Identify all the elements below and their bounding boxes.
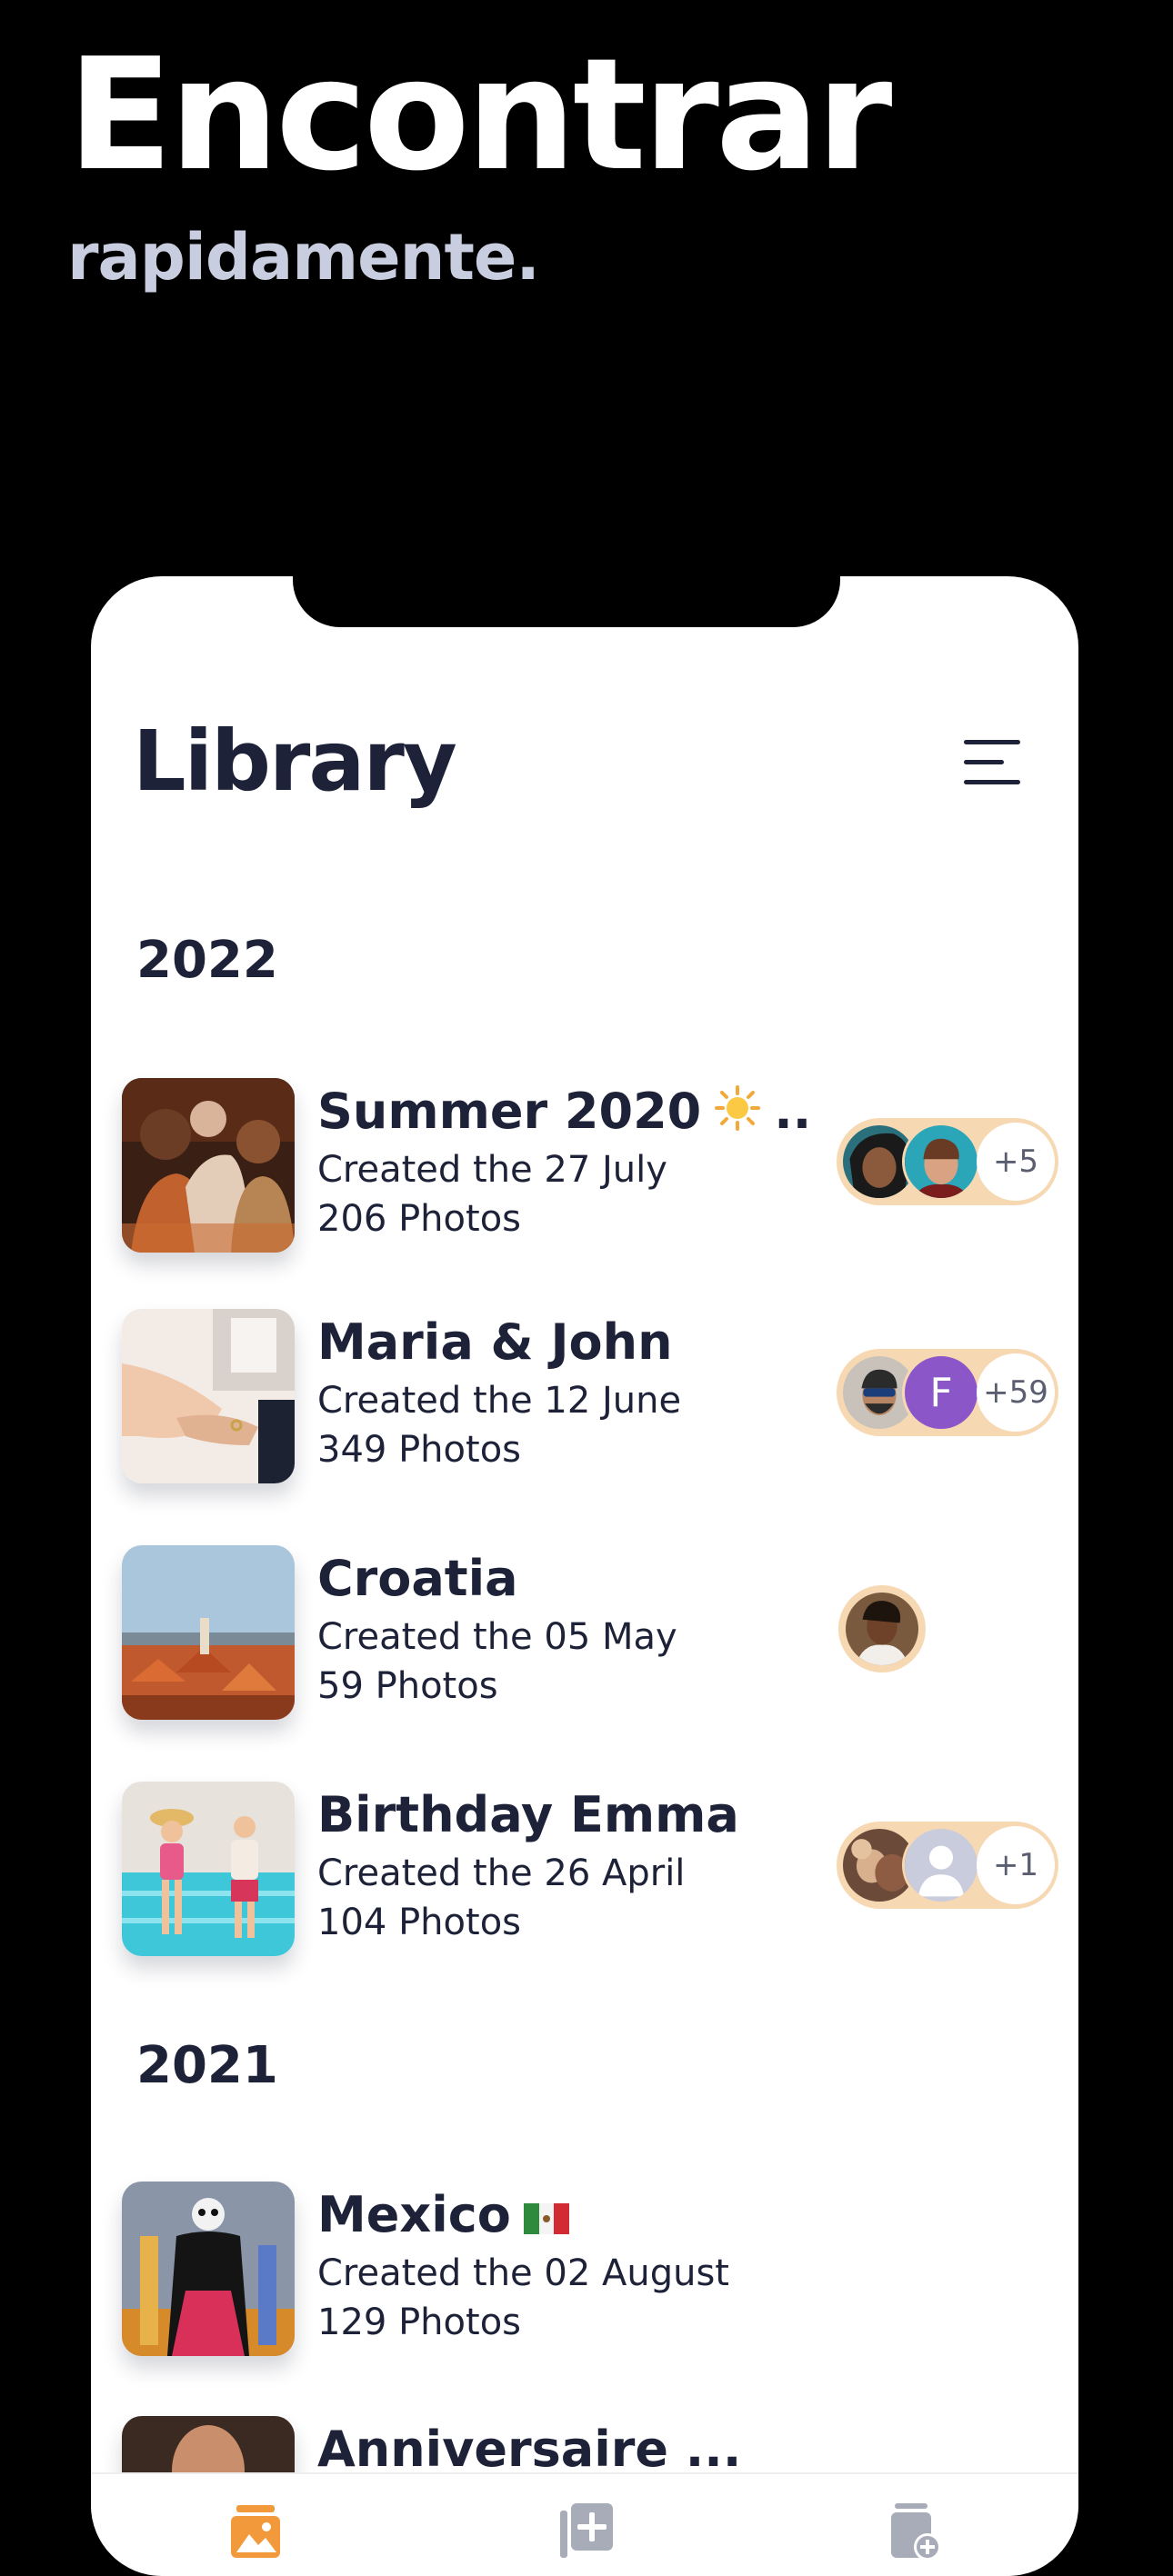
album-members[interactable]: F +59 (837, 1349, 1058, 1436)
album-photo-count: 104 Photos (317, 1902, 522, 1943)
member-avatar (843, 1590, 921, 1668)
mexico-flag-icon (523, 2189, 569, 2248)
album-summer-2020[interactable]: Summer 2020 ... Created the 27 July 206 … (122, 1078, 1058, 1260)
album-thumbnail (122, 1545, 295, 1720)
phone-notch (293, 576, 840, 627)
members-more-count: +5 (977, 1123, 1055, 1201)
album-created-date: Created the 26 April (317, 1852, 686, 1894)
page-title: Library (133, 713, 457, 810)
album-croatia[interactable]: Croatia Created the 05 May 59 Photos (122, 1545, 1058, 1727)
album-name: Croatia (317, 1550, 518, 1607)
hero-subtitle: rapidamente. (67, 220, 540, 295)
album-photo-count: 129 Photos (317, 2301, 522, 2343)
album-created-date: Created the 12 June (317, 1380, 682, 1422)
album-name: Mexico (317, 2186, 511, 2243)
shared-albums-tab-icon[interactable] (882, 2500, 946, 2563)
album-photo-count: 59 Photos (317, 1665, 498, 1707)
album-created-date: Created the 02 August (317, 2252, 729, 2294)
member-avatar (902, 1123, 980, 1201)
album-title: Anniversaire ... (317, 2421, 741, 2480)
hero-title: Encontrar (67, 25, 892, 205)
album-created-date: Created the 27 July (317, 1149, 667, 1191)
album-name: Maria & John (317, 1313, 673, 1371)
year-header-2022: 2022 (136, 931, 278, 990)
members-more-count: +1 (977, 1826, 1055, 1904)
library-tab-icon[interactable] (224, 2500, 287, 2563)
album-members[interactable] (838, 1585, 926, 1672)
album-title: Mexico (317, 2186, 569, 2248)
add-album-tab-icon[interactable] (553, 2500, 617, 2563)
members-more-count: +59 (977, 1353, 1055, 1432)
album-photo-count: 206 Photos (317, 1198, 522, 1240)
album-title: Croatia (317, 1550, 518, 1609)
sun-emoji-icon (714, 1084, 761, 1145)
album-name: Anniversaire ... (317, 2421, 742, 2478)
album-thumbnail (122, 1782, 295, 1956)
member-placeholder-avatar (902, 1826, 980, 1904)
phone-screen: Library 2022 Summer 2020 . Created the 2… (91, 576, 1078, 2576)
title-ellipsis: ... (774, 1083, 808, 1140)
album-name: Birthday Emma (317, 1786, 739, 1843)
album-title: Maria & John (317, 1313, 673, 1373)
album-mexico[interactable]: Mexico Created the 02 August 129 Photos (122, 2182, 1058, 2363)
album-members[interactable]: +1 (837, 1822, 1058, 1909)
album-created-date: Created the 05 May (317, 1616, 677, 1658)
album-title: Birthday Emma (317, 1786, 739, 1845)
album-maria-john[interactable]: Maria & John Created the 12 June 349 Pho… (122, 1309, 1058, 1491)
album-birthday-emma[interactable]: Birthday Emma Created the 26 April 104 P… (122, 1782, 1058, 1963)
album-photo-count: 349 Photos (317, 1429, 522, 1471)
album-title: Summer 2020 ... (317, 1083, 808, 1145)
album-thumbnail (122, 2182, 295, 2356)
hamburger-menu-icon[interactable] (964, 740, 1020, 785)
album-thumbnail (122, 1309, 295, 1483)
member-initial-avatar: F (902, 1353, 980, 1432)
album-members[interactable]: +5 (837, 1118, 1058, 1205)
year-header-2021: 2021 (136, 2036, 278, 2095)
album-thumbnail (122, 1078, 295, 1253)
album-name: Summer 2020 (317, 1083, 702, 1140)
tab-bar (91, 2472, 1078, 2576)
